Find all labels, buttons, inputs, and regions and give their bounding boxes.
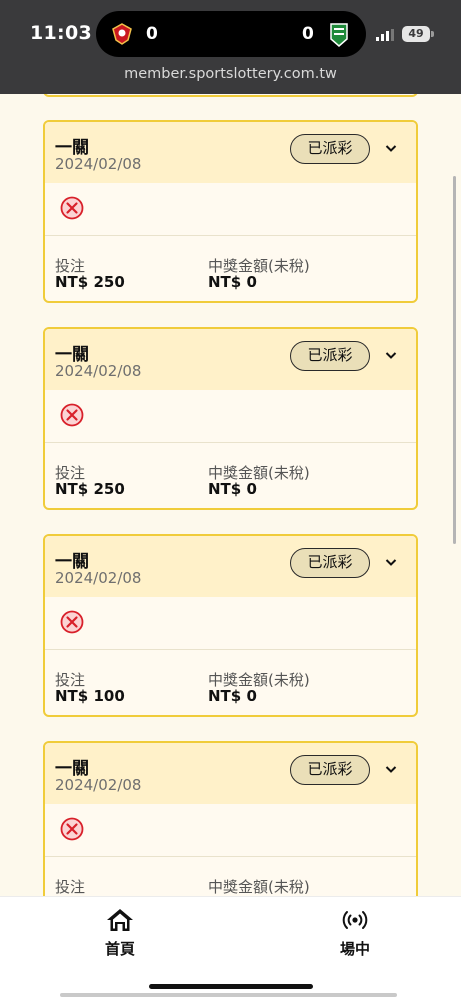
previous-bet-card-edge bbox=[43, 94, 418, 97]
status-badge: 已派彩 bbox=[290, 548, 370, 578]
bet-amounts: 投注 NT$ 250 中獎金額(未稅) NT$ 0 bbox=[45, 236, 416, 301]
chevron-down-icon[interactable] bbox=[385, 765, 397, 774]
bet-amounts: 投注 NT$ 250 中獎金額(未稅) NT$ 0 bbox=[45, 443, 416, 508]
bet-date: 2024/02/08 bbox=[55, 776, 142, 794]
clock: 11:03 bbox=[30, 22, 92, 44]
bet-result-row bbox=[45, 183, 416, 236]
bet-date: 2024/02/08 bbox=[55, 155, 142, 173]
dynamic-island[interactable] bbox=[96, 11, 366, 57]
scrollbar[interactable] bbox=[453, 176, 456, 544]
home-score: 0 bbox=[146, 24, 158, 44]
live-broadcast-icon bbox=[342, 911, 368, 929]
bet-record-list[interactable]: 一關 2024/02/08 已派彩 投注 NT$ 250 中獎金額(未稅) NT… bbox=[0, 94, 461, 896]
address-bar-url[interactable]: member.sportslottery.com.tw bbox=[0, 66, 461, 82]
payout-amount: NT$ 0 bbox=[208, 687, 257, 705]
stake-amount: NT$ 250 bbox=[55, 480, 125, 498]
bet-card[interactable]: 一關 2024/02/08 已派彩 投注 NT$ 250 中獎金額(未稅) NT… bbox=[43, 327, 418, 510]
chevron-down-icon[interactable] bbox=[385, 144, 397, 153]
bet-card-header[interactable]: 一關 2024/02/08 已派彩 bbox=[45, 536, 416, 597]
bet-card-header[interactable]: 一關 2024/02/08 已派彩 bbox=[45, 329, 416, 390]
bet-card[interactable]: 一關 2024/02/08 已派彩 投注 中獎金額(未稅) bbox=[43, 741, 418, 896]
bet-amounts: 投注 中獎金額(未稅) bbox=[45, 857, 416, 896]
away-score: 0 bbox=[302, 24, 314, 44]
bet-card-header[interactable]: 一關 2024/02/08 已派彩 bbox=[45, 743, 416, 804]
bet-date: 2024/02/08 bbox=[55, 569, 142, 587]
status-badge: 已派彩 bbox=[290, 134, 370, 164]
chevron-down-icon[interactable] bbox=[385, 558, 397, 567]
away-team-logo-icon bbox=[330, 23, 348, 47]
battery-icon: 49 bbox=[402, 26, 430, 42]
lose-x-icon bbox=[60, 610, 84, 634]
bet-result-row bbox=[45, 597, 416, 650]
bet-amounts: 投注 NT$ 100 中獎金額(未稅) NT$ 0 bbox=[45, 650, 416, 715]
nav-home-label: 首頁 bbox=[104, 940, 135, 958]
nav-home[interactable]: 首頁 bbox=[80, 907, 160, 959]
browser-toolbar-edge bbox=[60, 993, 397, 997]
bet-result-row bbox=[45, 804, 416, 857]
stake-amount: NT$ 250 bbox=[55, 273, 125, 291]
bet-date: 2024/02/08 bbox=[55, 362, 142, 380]
lose-x-icon bbox=[60, 817, 84, 841]
bet-card[interactable]: 一關 2024/02/08 已派彩 投注 NT$ 250 中獎金額(未稅) NT… bbox=[43, 120, 418, 303]
lose-x-icon bbox=[60, 403, 84, 427]
bet-card[interactable]: 一關 2024/02/08 已派彩 投注 NT$ 100 中獎金額(未稅) NT… bbox=[43, 534, 418, 717]
home-team-logo-icon bbox=[112, 23, 132, 45]
lose-x-icon bbox=[60, 196, 84, 220]
payout-label: 中獎金額(未稅) bbox=[208, 878, 310, 896]
bet-result-row bbox=[45, 390, 416, 443]
battery-tip bbox=[431, 31, 434, 37]
home-indicator[interactable] bbox=[149, 984, 313, 989]
chevron-down-icon[interactable] bbox=[385, 351, 397, 360]
stake-amount: NT$ 100 bbox=[55, 687, 125, 705]
status-badge: 已派彩 bbox=[290, 341, 370, 371]
bet-card-header[interactable]: 一關 2024/02/08 已派彩 bbox=[45, 122, 416, 183]
status-bar: 11:03 0 0 49 member.sportslottery.com.tw bbox=[0, 0, 461, 94]
stake-label: 投注 bbox=[55, 878, 86, 896]
home-icon bbox=[107, 909, 133, 931]
payout-amount: NT$ 0 bbox=[208, 273, 257, 291]
status-badge: 已派彩 bbox=[290, 755, 370, 785]
signal-strength-icon bbox=[376, 29, 394, 41]
payout-amount: NT$ 0 bbox=[208, 480, 257, 498]
nav-live-label: 場中 bbox=[339, 940, 370, 958]
nav-live[interactable]: 場中 bbox=[315, 907, 395, 959]
